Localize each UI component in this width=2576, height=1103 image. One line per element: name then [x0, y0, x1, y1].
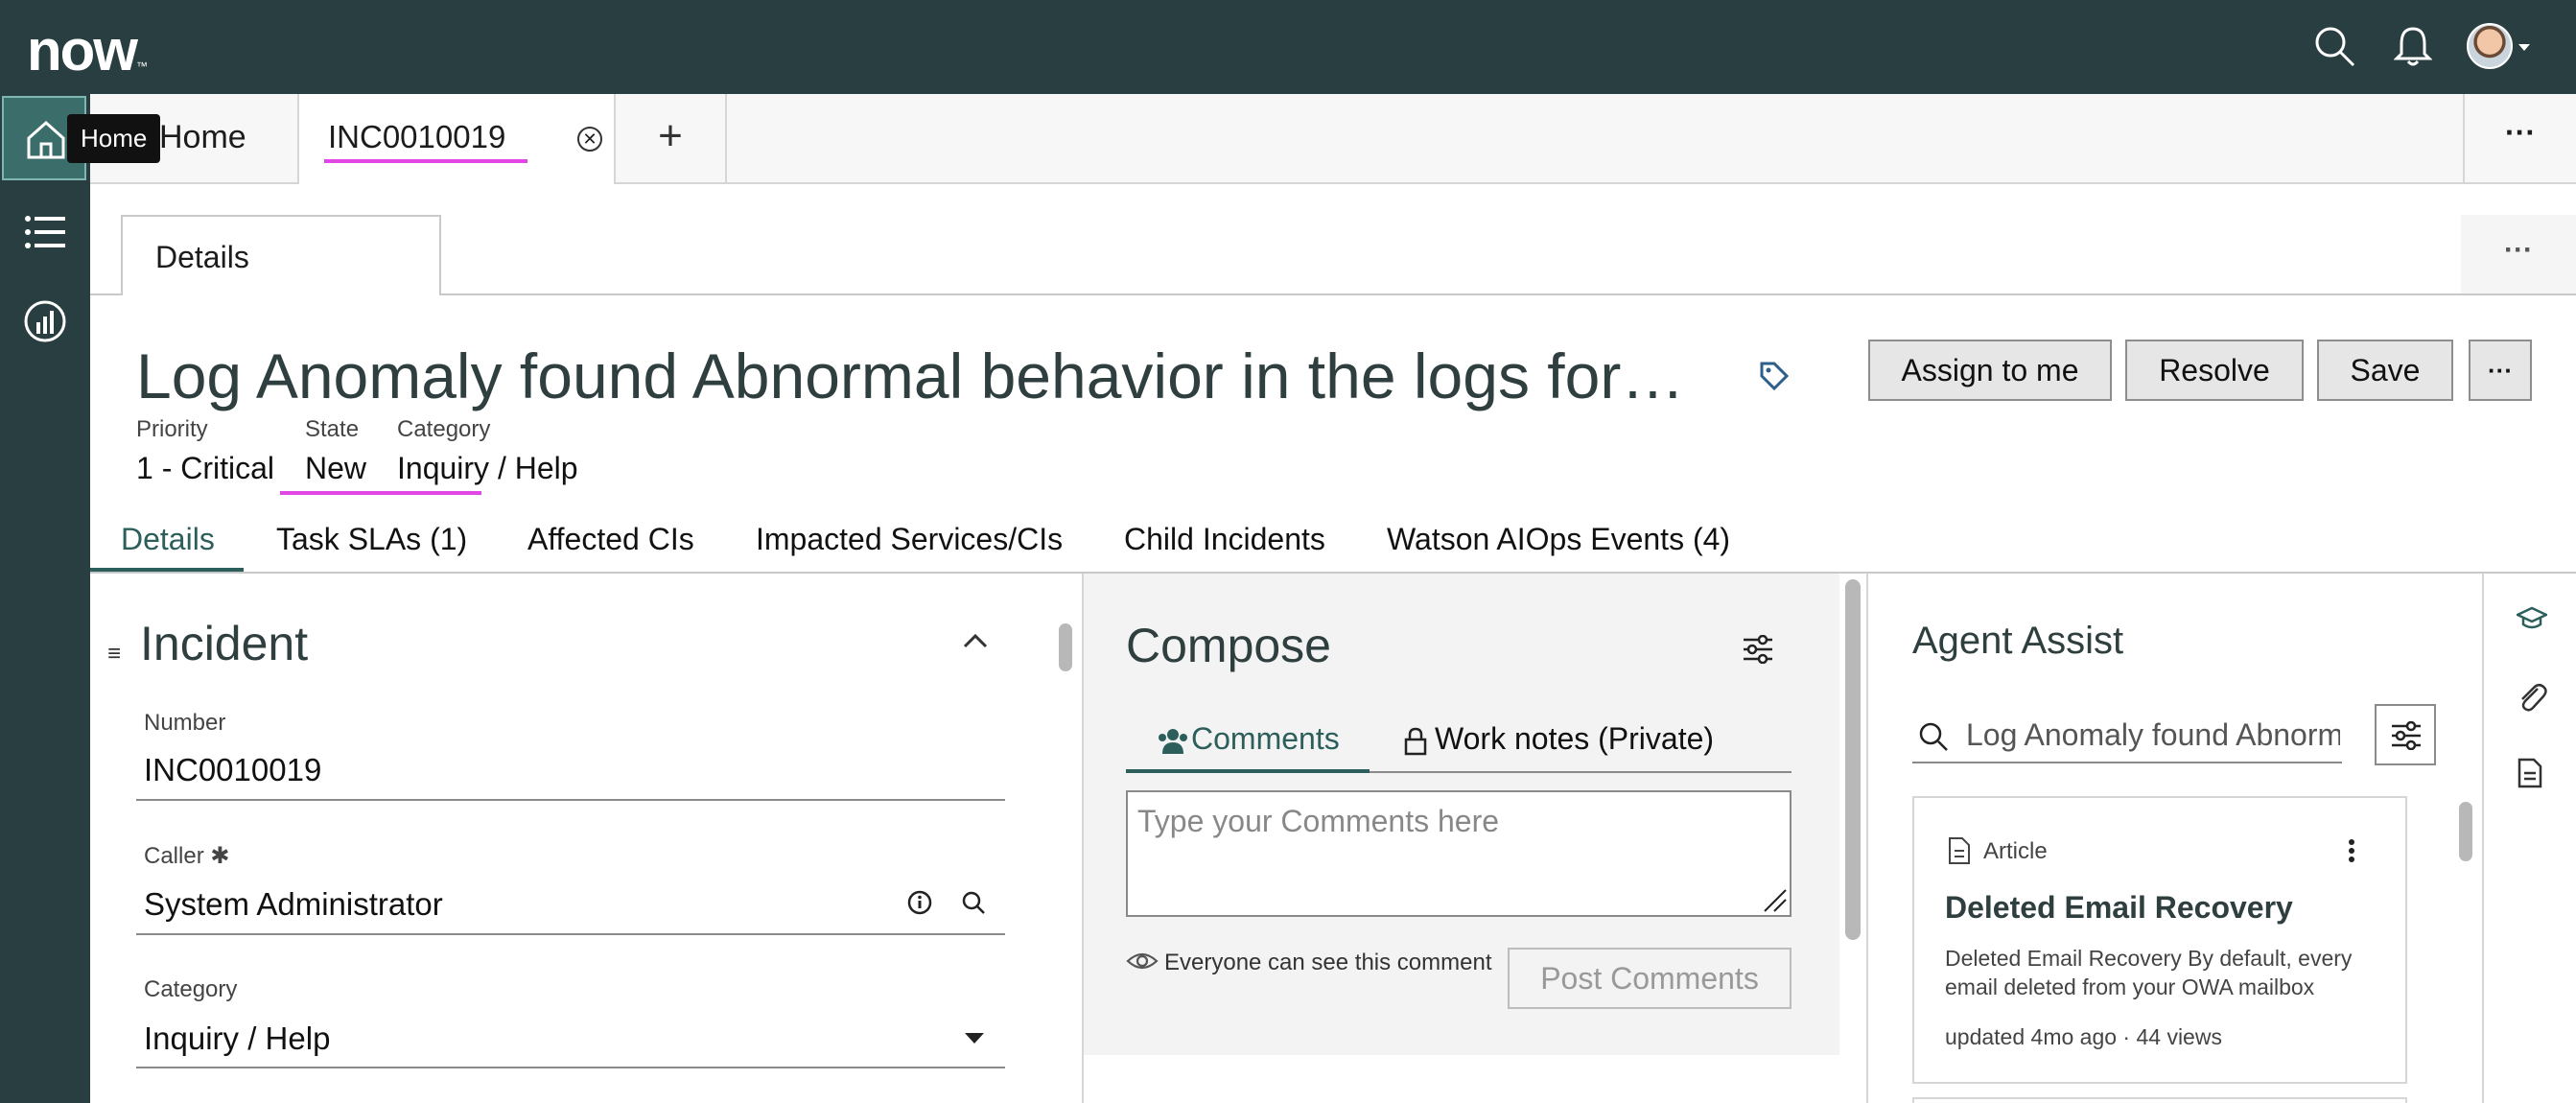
- agent-assist-filter-button[interactable]: [2375, 704, 2436, 765]
- workspace-tab-bar: Home INC0010019 ✕ + ···: [90, 94, 2576, 184]
- people-icon: [1157, 727, 1189, 759]
- home-icon: [27, 120, 65, 159]
- close-tab-icon[interactable]: ✕: [577, 127, 602, 152]
- details-page-tab-label: Details: [155, 240, 249, 274]
- resize-handle-icon[interactable]: [1761, 886, 1788, 918]
- subtab-watson-aiops-events[interactable]: Watson AIOps Events (4): [1387, 522, 1730, 557]
- state-value: New: [305, 451, 367, 485]
- logo-text: now: [27, 18, 138, 82]
- agent-assist-search-icon: [1919, 722, 1948, 751]
- caller-field-underline: [136, 933, 1005, 935]
- compose-panel-lower: [1084, 1055, 1839, 1103]
- category-select[interactable]: Inquiry / Help: [144, 1021, 330, 1057]
- subtab-child-incidents[interactable]: Child Incidents: [1124, 522, 1325, 557]
- left-navigation-rail: [0, 94, 90, 1103]
- tab-comments[interactable]: Comments: [1191, 721, 1340, 757]
- category-value: Inquiry / Help: [397, 451, 578, 485]
- agent-assist-search-input[interactable]: Log Anomaly found Abnorm: [1912, 710, 2342, 763]
- add-tab-button[interactable]: +: [616, 94, 727, 182]
- tab-bar-more-button[interactable]: ···: [2463, 94, 2576, 182]
- post-comments-button[interactable]: Post Comments: [1508, 948, 1791, 1009]
- subtab-task-slas[interactable]: Task SLAs (1): [276, 522, 467, 557]
- agent-assist-search-value: Log Anomaly found Abnorm: [1966, 717, 2340, 752]
- form-scrollbar[interactable]: [1059, 623, 1072, 671]
- graduation-cap-icon[interactable]: [2515, 606, 2549, 636]
- agent-assist-title: Agent Assist: [1912, 620, 2124, 662]
- tab-incident-highlight: [324, 159, 527, 163]
- tag-icon[interactable]: [1759, 361, 1790, 396]
- article-title-link[interactable]: Deleted Email Recovery: [1945, 890, 2293, 926]
- notes-document-icon[interactable]: [2517, 758, 2543, 793]
- save-button[interactable]: Save: [2317, 340, 2453, 401]
- subtab-details[interactable]: Details: [121, 522, 215, 557]
- article-type-label: Article: [1983, 838, 2048, 864]
- caller-label: Caller ✱: [144, 843, 230, 869]
- compose-tab-active-indicator: [1126, 769, 1370, 773]
- page-more-button[interactable]: ···: [2461, 215, 2576, 293]
- search-icon[interactable]: [2311, 23, 2357, 74]
- compose-title: Compose: [1126, 619, 1331, 672]
- category-field-underline: [136, 1067, 1005, 1068]
- tab-home-label: Home: [159, 119, 246, 155]
- servicenow-logo[interactable]: now™: [27, 17, 148, 83]
- comment-visibility-note: Everyone can see this comment: [1164, 950, 1492, 975]
- resolve-button[interactable]: Resolve: [2125, 340, 2304, 401]
- priority-value: 1 - Critical: [136, 451, 275, 485]
- eye-icon: [1126, 950, 1159, 977]
- subtab-active-indicator: [90, 568, 244, 572]
- caller-search-icon[interactable]: [961, 890, 986, 920]
- number-field[interactable]: INC0010019: [144, 752, 321, 788]
- chevron-down-icon[interactable]: [965, 1032, 984, 1049]
- tab-incident-label: INC0010019: [328, 119, 506, 154]
- article-meta: updated 4mo ago · 44 views: [1945, 1024, 2222, 1049]
- list-icon[interactable]: [25, 215, 65, 254]
- chevron-up-icon[interactable]: [961, 631, 990, 655]
- priority-label: Priority: [136, 416, 208, 442]
- record-more-button[interactable]: ···: [2469, 340, 2532, 401]
- number-label: Number: [144, 710, 226, 736]
- number-field-underline: [136, 799, 1005, 801]
- tab-work-notes[interactable]: Work notes (Private): [1435, 721, 1714, 757]
- tab-incident[interactable]: INC0010019 ✕: [299, 94, 616, 184]
- assign-to-me-button[interactable]: Assign to me: [1868, 340, 2112, 401]
- kebab-menu-icon[interactable]: [2348, 838, 2355, 868]
- state-label: State: [305, 416, 360, 442]
- bell-icon[interactable]: [2393, 23, 2433, 72]
- top-navigation-bar: now™: [0, 0, 2576, 94]
- state-highlight: [280, 491, 481, 495]
- compose-scrollbar[interactable]: [1845, 579, 1861, 940]
- active-tab-gap: [123, 293, 439, 295]
- page-tab-divider: [90, 293, 2576, 295]
- incident-section-title: Incident: [140, 617, 309, 670]
- right-context-rail: [2482, 574, 2576, 1103]
- record-title: Log Anomaly found Abnormal behavior in t…: [136, 340, 1690, 411]
- paperclip-icon[interactable]: [2517, 681, 2547, 720]
- home-tooltip: Home: [67, 114, 161, 163]
- subtab-impacted-services[interactable]: Impacted Services/CIs: [756, 522, 1063, 557]
- next-article-card[interactable]: [1912, 1097, 2407, 1103]
- info-icon[interactable]: [907, 890, 932, 920]
- agent-assist-scrollbar[interactable]: [2459, 802, 2472, 861]
- logo-trademark: ™: [135, 59, 148, 73]
- comments-textarea[interactable]: Type your Comments here: [1126, 790, 1791, 917]
- document-icon: [1947, 836, 1972, 870]
- settings-sliders-icon[interactable]: [1742, 634, 1774, 669]
- caller-field[interactable]: System Administrator: [144, 886, 443, 923]
- subtab-affected-cis[interactable]: Affected CIs: [527, 522, 694, 557]
- category-field-label: Category: [144, 976, 238, 1002]
- filter-sliders-icon: [2392, 721, 2421, 750]
- article-description: Deleted Email Recovery By default, every…: [1945, 946, 2353, 999]
- analytics-icon[interactable]: [23, 299, 67, 348]
- category-label: Category: [397, 416, 491, 442]
- drag-handle-icon[interactable]: ≡: [107, 641, 121, 668]
- record-subtabs: Details Task SLAs (1) Affected CIs Impac…: [90, 508, 2576, 574]
- lock-icon: [1404, 727, 1427, 761]
- tab-details-page[interactable]: Details: [121, 215, 441, 295]
- user-avatar[interactable]: [2467, 23, 2513, 69]
- avatar-chevron-down-icon[interactable]: [2518, 44, 2530, 51]
